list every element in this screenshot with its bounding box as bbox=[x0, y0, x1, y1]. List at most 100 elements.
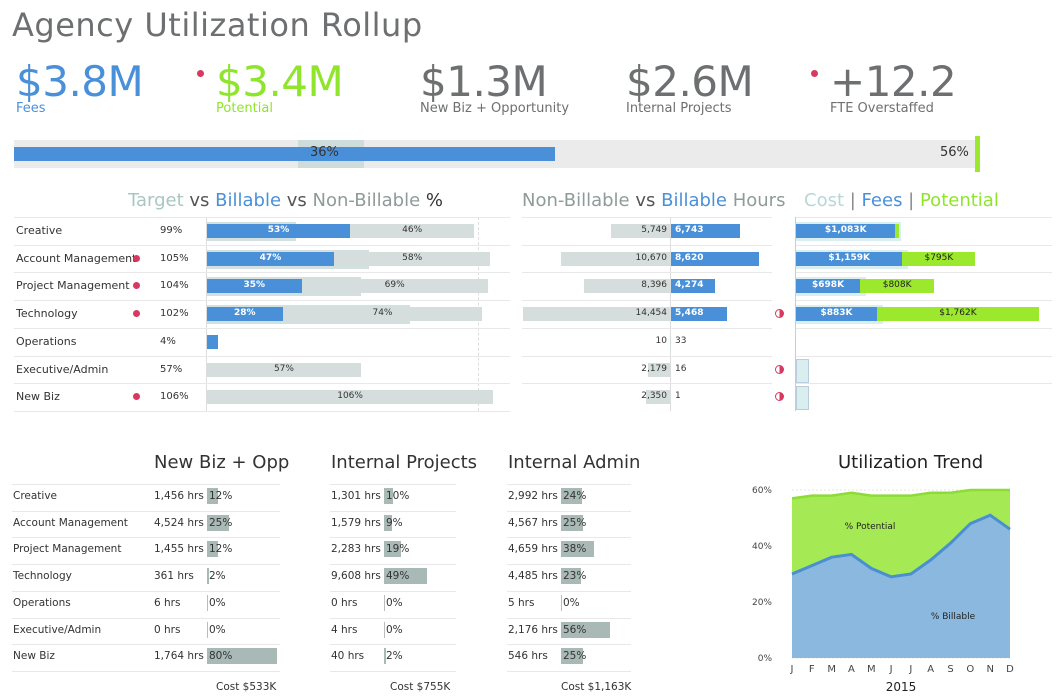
row-separator bbox=[330, 617, 456, 619]
row-separator bbox=[330, 670, 456, 672]
billable-hours-label: 1 bbox=[675, 391, 681, 402]
hours-value: 4,659 hrs bbox=[508, 543, 558, 556]
x-tick-label: M bbox=[867, 664, 876, 675]
kpi-card: $3.8M Fees bbox=[16, 57, 144, 117]
fees-label: $1,083K bbox=[824, 225, 867, 235]
row-separator bbox=[522, 272, 772, 274]
pct-axis bbox=[384, 594, 385, 611]
hours-value: 4,485 hrs bbox=[508, 570, 558, 583]
row-separator bbox=[14, 355, 510, 357]
pct-value: 0% bbox=[209, 623, 226, 636]
billable-hours-label: 5,468 bbox=[675, 308, 704, 319]
row-separator bbox=[14, 327, 510, 329]
alert-dot bbox=[133, 393, 140, 401]
utilization-value: 102% bbox=[160, 308, 189, 320]
breakdown-title: Internal Projects bbox=[331, 452, 478, 473]
row-separator bbox=[330, 510, 456, 512]
nonbillable-label: 74% bbox=[372, 308, 393, 319]
alert-dot bbox=[133, 254, 140, 262]
nonbillable-hours-label: 10,670 bbox=[635, 252, 668, 263]
pct-value: 0% bbox=[563, 596, 580, 609]
potential-label: $1,762K bbox=[939, 308, 977, 319]
pct-value: 80% bbox=[209, 650, 233, 663]
pct-value: 19% bbox=[386, 543, 410, 556]
x-tick-label: O bbox=[966, 664, 974, 675]
department-name: Project Management bbox=[16, 279, 130, 293]
kpi-value: $1.3M bbox=[420, 57, 548, 106]
cost-total: Cost $755K bbox=[390, 681, 451, 693]
utilization-header: Target vs Billable vs Non-Billable % bbox=[128, 190, 443, 211]
alert-dot bbox=[197, 70, 204, 77]
row-separator bbox=[12, 564, 280, 566]
series-label: % Potential bbox=[845, 522, 896, 532]
nonbillable-label: 57% bbox=[273, 363, 294, 374]
x-tick-label: F bbox=[809, 664, 815, 675]
kpi-value: $3.4M bbox=[216, 57, 344, 106]
billable-bar bbox=[207, 334, 218, 349]
nonbillable-label: 69% bbox=[384, 280, 405, 291]
kpi-card: $1.3M New Biz + Opportunity bbox=[420, 57, 569, 117]
x-tick-label: D bbox=[1006, 664, 1014, 675]
hours-value: 4 hrs bbox=[331, 623, 358, 636]
pct-value: 24% bbox=[563, 490, 587, 502]
x-tick-label: A bbox=[848, 664, 855, 675]
cost-total: Cost $533K bbox=[216, 681, 277, 693]
utilization-value: 99% bbox=[160, 225, 183, 236]
pct-value: 23% bbox=[563, 570, 587, 583]
x-axis-label: 2015 bbox=[886, 680, 917, 694]
hours-value: 1,579 hrs bbox=[331, 516, 381, 529]
hours-value: 546 hrs bbox=[508, 650, 548, 663]
hours-value: 2,992 hrs bbox=[508, 490, 558, 502]
x-tick-label: A bbox=[927, 664, 934, 675]
utilization-value: 106% bbox=[160, 391, 189, 403]
hours-value: 2,176 hrs bbox=[508, 623, 558, 636]
row-separator bbox=[796, 217, 1052, 218]
fees-label: $698K bbox=[812, 280, 845, 291]
hours-value: 0 hrs bbox=[331, 596, 358, 609]
y-tick-label: 40% bbox=[752, 542, 772, 552]
billable-hours-label: 8,620 bbox=[675, 252, 704, 263]
row-separator bbox=[522, 244, 772, 246]
utilization-trend-chart: Utilization Trend 0% 20% 40% 60%% Potential… bbox=[748, 448, 1048, 696]
fees-label: $883K bbox=[820, 308, 853, 319]
utilization-value: 105% bbox=[160, 252, 189, 264]
nonbillable-hours-label: 8,396 bbox=[641, 280, 667, 291]
department-name: Executive/Admin bbox=[16, 362, 109, 376]
kpi-value: +12.2 bbox=[830, 57, 957, 106]
row-separator bbox=[330, 590, 456, 592]
trend-svg: 0% 20% 40% 60% % Potential % Billable J F M A M J J A… bbox=[752, 486, 1014, 694]
alert-dot bbox=[133, 310, 140, 318]
billable-hours-label: 6,743 bbox=[675, 225, 704, 235]
pct-value: 12% bbox=[209, 490, 233, 502]
series-label: % Billable bbox=[931, 612, 976, 622]
department-name: New Biz bbox=[16, 390, 60, 404]
overall-billable-label: 36% bbox=[310, 145, 339, 160]
row-separator bbox=[507, 564, 631, 566]
flag-icon bbox=[775, 309, 784, 319]
money-header: Cost | Fees | Potential bbox=[804, 190, 999, 211]
utilization-value: 57% bbox=[160, 363, 183, 375]
cost-band bbox=[796, 386, 809, 411]
row-separator bbox=[507, 510, 631, 512]
department-name: Creative bbox=[13, 490, 58, 502]
row-separator bbox=[507, 537, 631, 539]
kpi-value: $3.8M bbox=[16, 57, 144, 106]
department-name: Executive/Admin bbox=[13, 623, 102, 636]
nonbillable-hours-label: 5,749 bbox=[641, 225, 667, 235]
pct-value: 2% bbox=[209, 570, 226, 583]
potential-label: $795K bbox=[924, 252, 954, 263]
department-name: Account Management bbox=[16, 251, 137, 265]
hours-value: 40 hrs bbox=[331, 650, 365, 663]
row-separator bbox=[522, 355, 772, 357]
kpi-card: +12.2 FTE Overstaffed bbox=[811, 57, 957, 116]
row-separator bbox=[522, 217, 772, 218]
utilization-value: 104% bbox=[160, 280, 189, 292]
row-separator bbox=[14, 300, 510, 302]
row-separator bbox=[522, 383, 772, 385]
utilization-value: 4% bbox=[160, 335, 176, 347]
overall-total-label: 56% bbox=[940, 145, 969, 160]
hours-value: 0 hrs bbox=[154, 623, 181, 636]
row-separator bbox=[507, 670, 631, 672]
kpi-card: $2.6M Internal Projects bbox=[626, 60, 754, 117]
row-separator bbox=[796, 300, 1052, 302]
